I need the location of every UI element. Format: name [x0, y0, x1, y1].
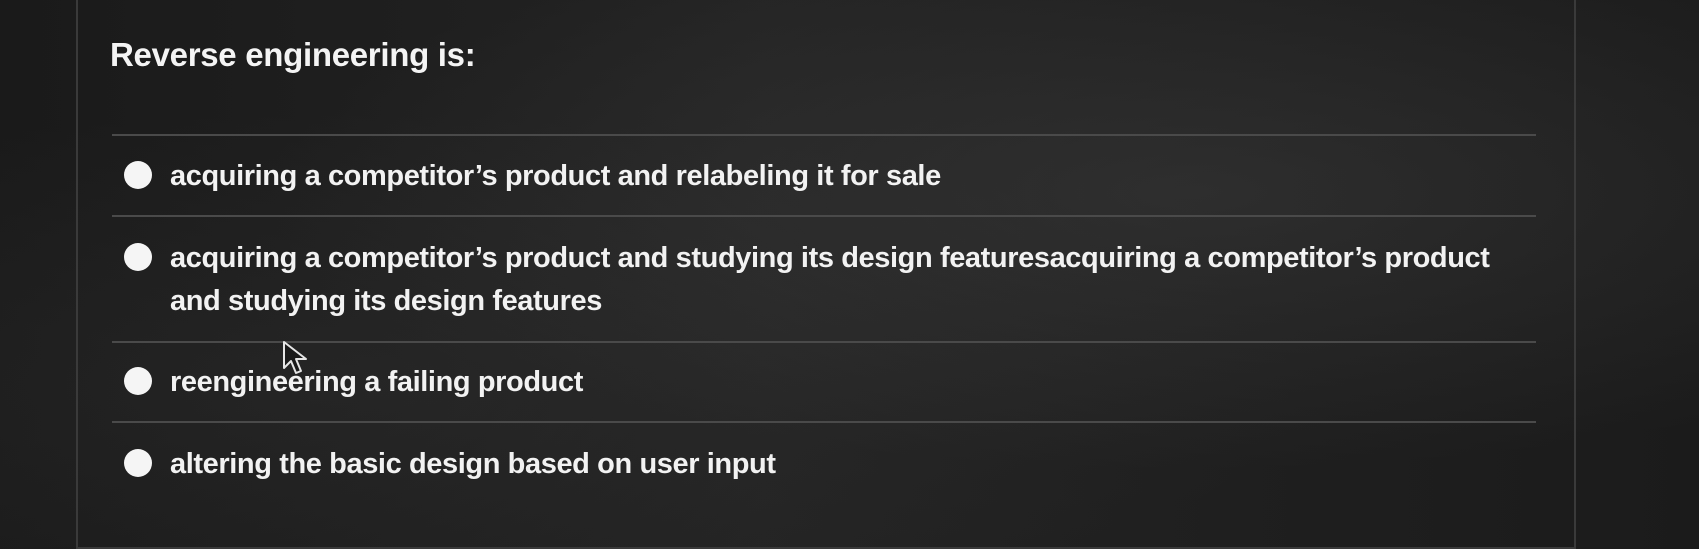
divider	[112, 134, 1536, 136]
question-text: Reverse engineering is:	[110, 36, 476, 73]
radio-button[interactable]	[124, 449, 152, 477]
divider	[112, 215, 1536, 217]
answer-option-1[interactable]: acquiring a competitor’s product and rel…	[124, 155, 941, 198]
answer-option-label: acquiring a competitor’s product and rel…	[170, 160, 941, 192]
answer-option-label: acquiring a competitor’s product and stu…	[170, 242, 1490, 317]
radio-button[interactable]	[124, 367, 152, 395]
answer-option-3[interactable]: reengineering a failing product	[124, 361, 583, 404]
answer-option-label: altering the basic design based on user …	[170, 448, 776, 480]
screen-background: Reverse engineering is: acquiring a comp…	[0, 0, 1699, 549]
radio-button[interactable]	[124, 243, 152, 271]
answer-option-4[interactable]: altering the basic design based on user …	[124, 443, 776, 486]
mouse-pointer-icon	[283, 341, 307, 374]
answer-option-2[interactable]: acquiring a competitor’s product and stu…	[124, 237, 1530, 323]
divider	[112, 341, 1536, 343]
divider	[112, 421, 1536, 423]
radio-button[interactable]	[124, 161, 152, 189]
answer-option-label: reengineering a failing product	[170, 366, 583, 398]
